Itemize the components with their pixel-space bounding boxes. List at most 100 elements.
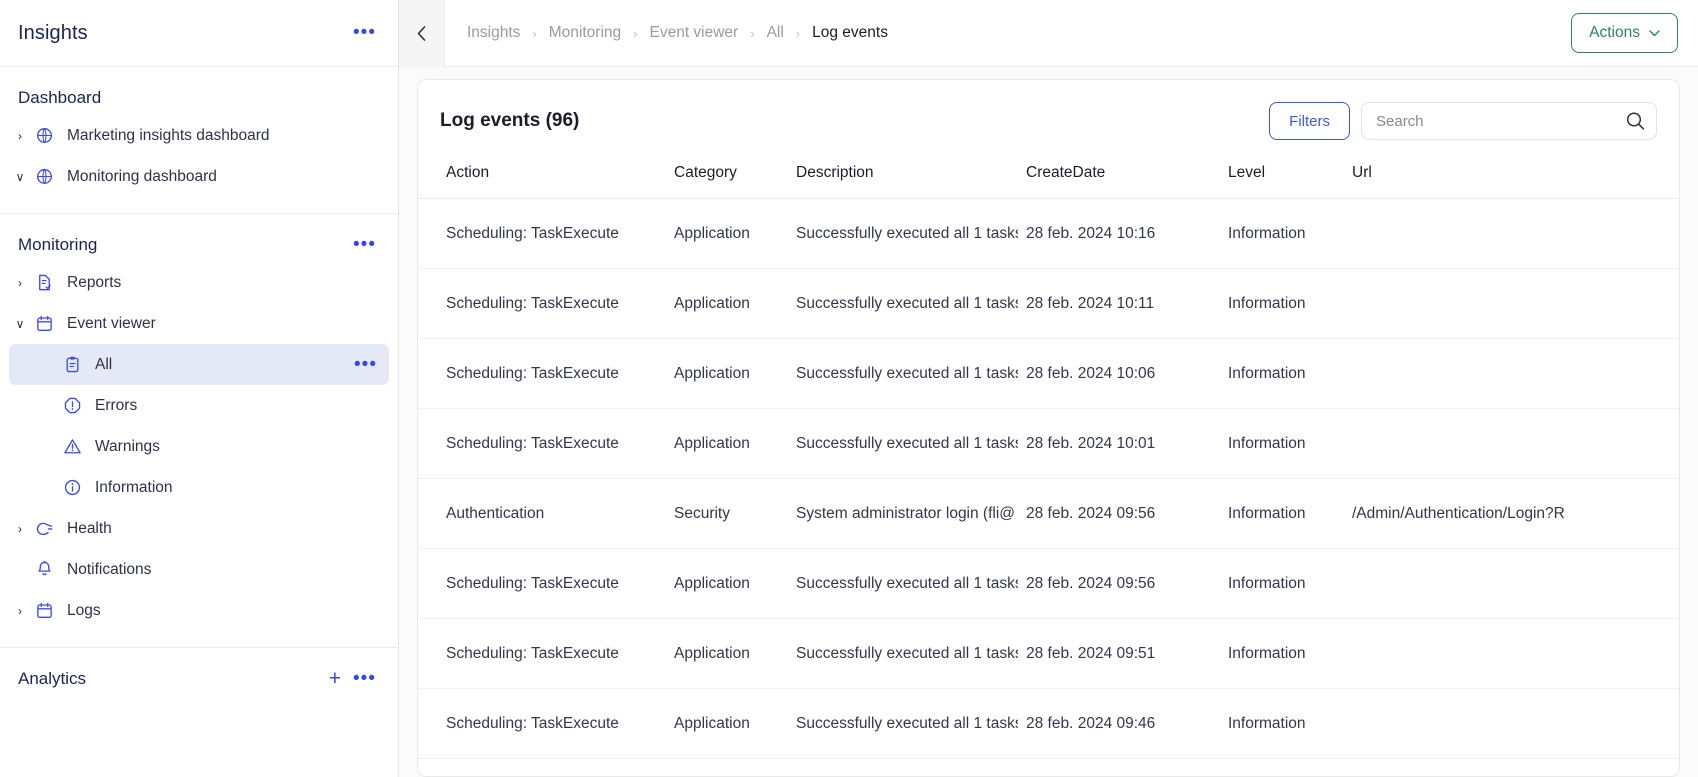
- column-header-category[interactable]: Category: [666, 154, 788, 199]
- cell-action: Scheduling: TaskExecute: [418, 408, 666, 479]
- search-input[interactable]: [1361, 102, 1657, 140]
- cell-createdate: 28 feb. 2024 09:51: [1018, 618, 1220, 689]
- sidebar-item-all[interactable]: › All •••: [9, 344, 389, 385]
- column-header-description[interactable]: Description: [788, 154, 1018, 199]
- sidebar-item-label: Notifications: [67, 560, 152, 578]
- chevron-down-icon[interactable]: ∨: [9, 318, 31, 330]
- table-header-row: Action Category Description CreateDate Level…: [418, 154, 1679, 199]
- chevron-right-icon[interactable]: ›: [9, 130, 31, 142]
- cell-action: Authentication: [418, 478, 666, 549]
- cell-category: Application: [666, 688, 788, 759]
- cell-action: Scheduling: TaskExecute: [418, 338, 666, 409]
- actions-button[interactable]: Actions: [1571, 13, 1678, 53]
- sidebar: Insights ••• Dashboard › Marketing insight…: [0, 0, 399, 777]
- sidebar-item-event-viewer[interactable]: ∨ Event viewer: [9, 303, 389, 344]
- dashboard-globe-icon: [31, 126, 57, 145]
- table-row[interactable]: Scheduling: TaskExecute Application Succes…: [418, 688, 1679, 759]
- sidebar-item-label: All: [95, 355, 113, 373]
- chevron-right-icon[interactable]: ›: [9, 605, 31, 617]
- sidebar-item-monitoring-dashboard[interactable]: ∨ Monitoring dashboard: [9, 156, 389, 197]
- breadcrumb-item-insights[interactable]: Insights: [467, 24, 520, 42]
- ellipsis-icon[interactable]: •••: [349, 23, 380, 42]
- breadcrumb-separator: ›: [750, 25, 755, 41]
- cell-createdate: 28 feb. 2024 10:06: [1018, 338, 1220, 409]
- sidebar-item-logs[interactable]: › Logs: [9, 590, 389, 631]
- cell-description: Successfully executed all 1 tasks: [788, 268, 1018, 339]
- sidebar-item-label: Warnings: [95, 437, 160, 455]
- cell-createdate: 28 feb. 2024 09:46: [1018, 688, 1220, 759]
- cell-createdate: 28 feb. 2024 09:56: [1018, 548, 1220, 619]
- chevron-right-icon[interactable]: ›: [9, 277, 31, 289]
- chevron-right-icon[interactable]: ›: [37, 359, 59, 371]
- cell-description: Successfully executed all 1 tasks: [788, 618, 1018, 689]
- cell-createdate: 28 feb. 2024 10:16: [1018, 198, 1220, 269]
- sidebar-section-title: Analytics: [18, 669, 87, 688]
- log-events-table-container: Action Category Description CreateDate Level…: [418, 154, 1679, 776]
- ellipsis-icon[interactable]: •••: [350, 355, 381, 374]
- chevron-right-icon[interactable]: ›: [37, 441, 59, 453]
- search-icon[interactable]: [1626, 112, 1645, 131]
- chevron-right-icon[interactable]: ›: [37, 400, 59, 412]
- sidebar-item-label: Logs: [67, 601, 101, 619]
- filters-button[interactable]: Filters: [1269, 102, 1350, 140]
- cell-description: Successfully executed all 1 tasks: [788, 688, 1018, 759]
- sidebar-item-errors[interactable]: › Errors: [9, 385, 389, 426]
- breadcrumb-item-all[interactable]: All: [767, 24, 784, 42]
- cell-url: [1344, 618, 1679, 689]
- table-row[interactable]: Scheduling: TaskExecute Application Succes…: [418, 268, 1679, 339]
- cell-level: Information: [1220, 548, 1344, 619]
- column-header-url[interactable]: Url: [1344, 154, 1679, 199]
- table-row[interactable]: Scheduling: TaskExecute Application Succes…: [418, 338, 1679, 409]
- table-header: Action Category Description CreateDate Level…: [418, 154, 1679, 199]
- sidebar-item-reports[interactable]: › Reports: [9, 262, 389, 303]
- table-row[interactable]: Scheduling: TaskExecute Application Succes…: [418, 618, 1679, 689]
- breadcrumb-item-event-viewer[interactable]: Event viewer: [649, 24, 738, 42]
- sidebar-item-health[interactable]: › Health: [9, 508, 389, 549]
- sidebar-section-title: Monitoring: [18, 235, 98, 254]
- cell-level: Information: [1220, 198, 1344, 269]
- sidebar-item-notifications[interactable]: › Notifications: [9, 549, 389, 590]
- chevron-right-icon[interactable]: ›: [9, 564, 31, 576]
- search-box: [1361, 102, 1657, 140]
- ellipsis-icon[interactable]: •••: [349, 235, 380, 254]
- ellipsis-icon[interactable]: •••: [349, 669, 380, 688]
- chevron-right-icon[interactable]: ›: [9, 523, 31, 535]
- log-events-table: Action Category Description CreateDate Level…: [418, 154, 1679, 759]
- column-header-createdate[interactable]: CreateDate: [1018, 154, 1220, 199]
- add-icon[interactable]: +: [321, 668, 349, 689]
- cell-level: Information: [1220, 338, 1344, 409]
- cell-description: Successfully executed all 1 tasks: [788, 338, 1018, 409]
- sidebar-item-label: Health: [67, 519, 112, 537]
- actions-button-label: Actions: [1589, 24, 1640, 41]
- cell-url: [1344, 338, 1679, 409]
- cell-url: [1344, 408, 1679, 479]
- table-row[interactable]: Authentication Security System administrat…: [418, 478, 1679, 549]
- chevron-left-icon[interactable]: [399, 0, 445, 67]
- sidebar-section-header-dashboard: Dashboard: [0, 81, 398, 115]
- breadcrumb-item-monitoring[interactable]: Monitoring: [549, 24, 621, 42]
- table-row[interactable]: Scheduling: TaskExecute Application Succes…: [418, 408, 1679, 479]
- chevron-down-icon[interactable]: ∨: [9, 171, 31, 183]
- table-row[interactable]: Scheduling: TaskExecute Application Succes…: [418, 548, 1679, 619]
- sidebar-item-marketing-insights-dashboard[interactable]: › Marketing insights dashboard: [9, 115, 389, 156]
- sidebar-item-information[interactable]: › Information: [9, 467, 389, 508]
- cell-action: Scheduling: TaskExecute: [418, 268, 666, 339]
- cell-category: Application: [666, 338, 788, 409]
- column-header-level[interactable]: Level: [1220, 154, 1344, 199]
- sidebar-item-label: Event viewer: [67, 314, 156, 332]
- sidebar-item-label: Reports: [67, 273, 122, 291]
- column-header-action[interactable]: Action: [418, 154, 666, 199]
- breadcrumb-item-log-events: Log events: [812, 24, 888, 41]
- breadcrumb-separator: ›: [795, 25, 801, 41]
- sidebar-section-dashboard: Dashboard › Marketing insights dashboard ∨ M…: [0, 67, 398, 214]
- chevron-right-icon[interactable]: ›: [37, 482, 59, 494]
- cell-description: Successfully executed all 1 tasks: [788, 198, 1018, 269]
- cell-url: [1344, 268, 1679, 339]
- cell-description: System administrator login (fli@: [788, 478, 1018, 549]
- error-octagon-icon: [59, 396, 85, 415]
- sidebar-item-warnings[interactable]: › Warnings: [9, 426, 389, 467]
- cell-level: Information: [1220, 408, 1344, 479]
- sidebar-section-header-monitoring: Monitoring •••: [0, 228, 398, 262]
- cell-createdate: 28 feb. 2024 10:11: [1018, 268, 1220, 339]
- table-row[interactable]: Scheduling: TaskExecute Application Succes…: [418, 198, 1679, 269]
